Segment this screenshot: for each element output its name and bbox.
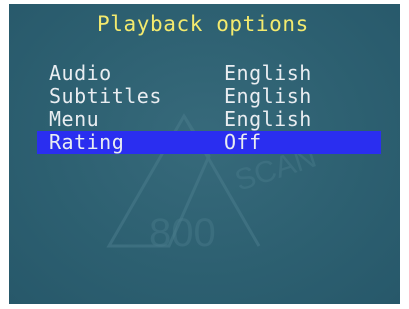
- menu-item-value: Off: [224, 130, 262, 154]
- menu-item-rating[interactable]: Rating Off: [37, 131, 381, 154]
- menu-item-label: Audio: [49, 61, 112, 85]
- svg-text:800: 800: [149, 211, 216, 255]
- menu-title: Playback options: [97, 12, 309, 36]
- menu-item-value: English: [224, 107, 312, 131]
- playback-options-list: Audio English Subtitles English Menu Eng…: [37, 62, 381, 154]
- menu-item-label: Menu: [49, 107, 100, 131]
- tv-screen: 800 SCAN Playback options Audio English …: [9, 4, 400, 304]
- menu-item-audio[interactable]: Audio English: [37, 62, 381, 85]
- menu-item-label: Subtitles: [49, 84, 162, 108]
- menu-item-menu[interactable]: Menu English: [37, 108, 381, 131]
- menu-item-value: English: [224, 61, 312, 85]
- menu-item-value: English: [224, 84, 312, 108]
- menu-item-subtitles[interactable]: Subtitles English: [37, 85, 381, 108]
- menu-item-label: Rating: [49, 130, 125, 154]
